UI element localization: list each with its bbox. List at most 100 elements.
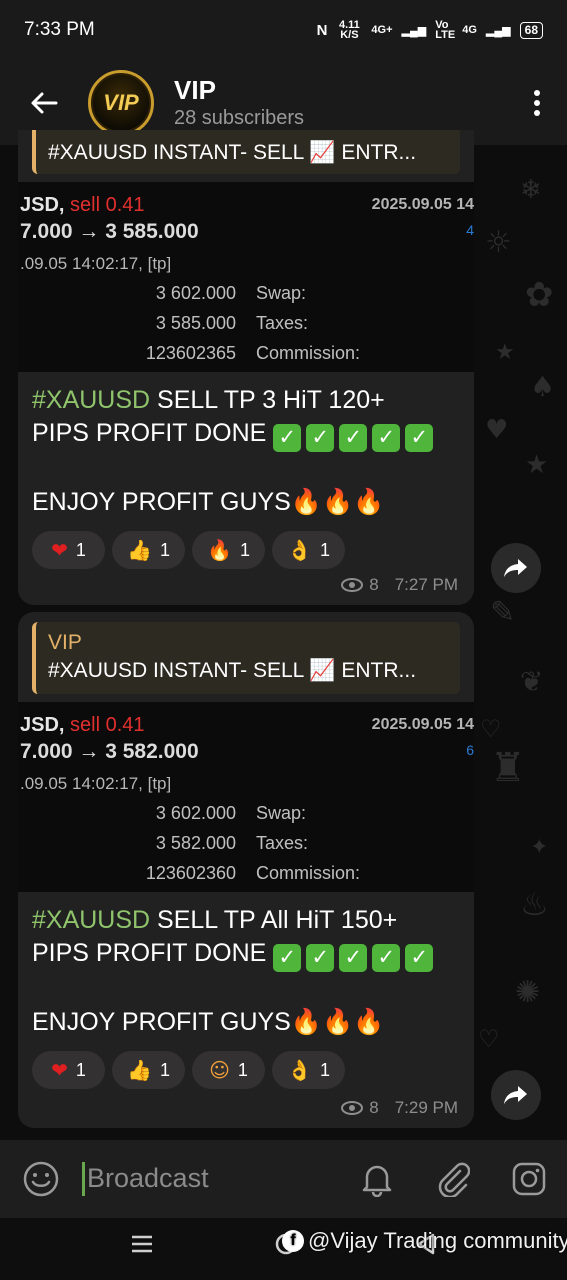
trade-time: .09.05 14:02:17, [tp] [20,254,172,273]
volte-indicator: Vo LTE [435,19,456,41]
reaction-thumbs-up[interactable]: 👍 1 [112,1051,185,1089]
check-emoji: ✓ [339,424,368,452]
message-text: #XAUUSD SELL TP 3 HiT 120+ PIPS PROFIT D… [18,372,474,519]
broadcast-input[interactable]: Broadcast [82,1162,339,1196]
reaction-ok-hand[interactable]: 👌 1 [272,531,345,569]
hashtag-link[interactable]: #XAUUSD [32,906,150,934]
message-time: 7:29 PM [394,1098,458,1117]
trade-symbol: JSD, sell 0.41 [20,194,145,216]
eye-icon [341,578,364,592]
more-vertical-icon [534,89,540,116]
trade-screenshot[interactable]: JSD, sell 0.41 2025.09.05 14 6 7.000 → 3… [18,702,474,892]
share-button[interactable] [491,1070,541,1120]
watermark-text: @Vijay Trading community [308,1228,567,1253]
reaction-heart[interactable]: ❤ 1 [32,531,105,569]
broadcast-input-bar: Broadcast [0,1140,567,1218]
check-emoji: ✓ [306,944,335,972]
hashtag-link[interactable]: #XAUUSD [32,386,150,414]
emoji-button[interactable] [0,1160,82,1198]
menu-lines-icon [132,1235,152,1253]
reaction-heart[interactable]: ❤ 1 [32,1051,105,1089]
camera-button[interactable] [491,1161,567,1197]
check-emoji: ✓ [306,424,335,452]
eye-icon [341,1101,364,1115]
subscriber-count: 28 subscribers [174,106,305,129]
share-arrow-icon [504,559,527,577]
instagram-camera-icon [512,1162,546,1196]
hat-doodle: ♜ [490,745,526,791]
status-time: 7:33 PM [24,19,95,40]
arrow-left-icon [31,92,58,113]
ok-hand-icon: 👌 [287,1058,312,1082]
check-emoji: ✓ [372,424,401,452]
cookie-doodle: ✺ [515,975,541,1010]
reply-text: #XAUUSD INSTANT- SELL 📈 ENTR... [48,141,417,164]
channel-info[interactable]: VIP 28 subscribers [174,75,507,131]
mitten-doodle: ✿ [525,275,554,315]
notification-toggle[interactable] [339,1161,415,1197]
message-bubble[interactable]: VIP #XAUUSD INSTANT- SELL 📈 ENTR... JSD,… [18,612,474,1128]
view-count: 8 [369,575,379,594]
message-text: #XAUUSD SELL TP All HiT 150+ PIPS PROFIT… [18,892,474,1039]
cup-doodle: ♨ [520,885,549,923]
channel-title: VIP [174,74,216,105]
message-meta: 8 7:29 PM [341,1098,458,1118]
paperclip-icon [438,1162,470,1197]
bell-icon [362,1165,392,1197]
reactions-row: ❤ 1 👍 1 ☺ 1 👌 1 [18,1039,474,1089]
recents-button[interactable] [130,1232,154,1261]
facebook-icon: f [282,1230,304,1252]
check-emoji: ✓ [339,944,368,972]
smiling-face-with-hearts-icon: ☺ [209,1058,230,1082]
reaction-fire[interactable]: 🔥 1 [192,531,265,569]
fire-emoji: 🔥🔥🔥 [290,487,385,516]
check-emoji: ✓ [273,424,302,452]
star-doodle: ★ [495,340,515,365]
reply-preview[interactable]: VIP #XAUUSD INSTANT- SELL 📈 ENTR... [32,622,460,694]
battery-icon: 68 [519,21,543,39]
check-emoji: ✓ [405,944,434,972]
heart-doodle-3: ♡ [478,1025,500,1053]
reactions-row: ❤ 1 👍 1 🔥 1 👌 1 [18,519,474,569]
smiley-icon [23,1161,59,1197]
fire-emoji: 🔥🔥🔥 [290,1007,385,1036]
heart-icon: ❤ [51,1058,68,1082]
check-emoji: ✓ [372,944,401,972]
check-emoji: ✓ [405,424,434,452]
net-speed: 4.11 K/S [339,19,360,41]
share-button[interactable] [491,543,541,593]
message-bubble[interactable]: #XAUUSD INSTANT- SELL 📈 ENTR... JSD, sel… [18,130,474,605]
message-time: 7:27 PM [394,575,458,594]
channel-avatar[interactable]: VIP [88,69,154,136]
ok-hand-icon: 👌 [287,538,312,562]
sock-doodle: ❦ [520,665,544,698]
strawberry-doodle: ♠ [530,370,556,403]
attach-button[interactable] [415,1161,491,1197]
star-doodle-3: ✦ [530,835,549,860]
trade-screenshot[interactable]: JSD, sell 0.41 2025.09.05 14 4 7.000 → 3… [18,182,474,372]
reply-preview[interactable]: #XAUUSD INSTANT- SELL 📈 ENTR... [32,130,460,174]
reply-author: VIP [48,631,82,654]
more-menu-button[interactable] [507,60,567,145]
heart-doodle-2: ♡ [480,715,502,743]
status-bar: 7:33 PM N 4.11 K/S 4G+ ▂▄▆ Vo LTE 4G ▂▄▆… [0,0,567,60]
snowflake-doodle: ❄ [520,175,542,205]
heart-icon: ❤ [51,538,68,562]
trade-range: 7.000 → 3 585.000 [20,220,199,243]
reaction-thumbs-up[interactable]: 👍 1 [112,531,185,569]
trade-date: 2025.09.05 14 [371,196,474,213]
avatar-text: VIP [103,89,139,115]
heart-doodle: ♥ [485,415,509,445]
thumbs-up-icon: 👍 [127,1058,152,1082]
thumbs-up-icon: 👍 [127,538,152,562]
signal-icon-2: ▂▄▆ [485,24,511,37]
reaction-ok-hand[interactable]: 👌 1 [272,1051,345,1089]
trade-edge-value: 4 [466,222,474,238]
reaction-smiling-face-with-hearts[interactable]: ☺ 1 [192,1051,265,1089]
view-count: 8 [369,1098,379,1117]
reply-text: #XAUUSD INSTANT- SELL 📈 ENTR... [48,659,417,682]
nfc-icon: N [316,21,328,39]
trade-time: .09.05 14:02:17, [tp] [20,774,172,793]
apple-doodle: ☼ [485,225,512,260]
star-doodle-2: ★ [525,450,549,480]
